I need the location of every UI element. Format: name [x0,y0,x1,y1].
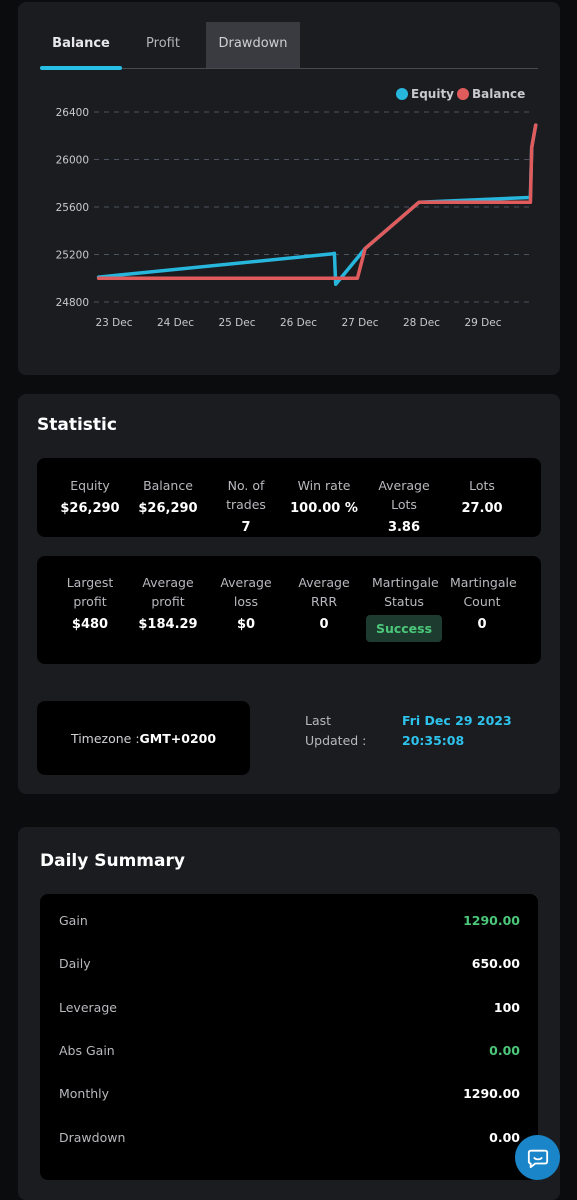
stat-value: 0 [319,617,329,632]
daily-row-label: Drawdown [59,1129,126,1145]
stat-label: Lots [469,478,495,493]
y-tick-label: 26400 [56,107,89,119]
stat-label: Balance [143,478,193,493]
stat-value: 100.00 % [290,501,358,516]
daily-row-abs-gain: Abs Gain 0.00 [59,1043,520,1063]
daily-row-value: 0.00 [489,1129,520,1145]
stat-equity: Equity $26,290 [51,476,129,516]
stat-value: 0 [477,617,487,632]
stat-lots: Lots 27.00 [443,476,521,516]
stat-value: $26,290 [138,501,198,516]
stat-largest-profit: Largest profit $480 [51,573,129,632]
x-tick-label: 29 Dec [464,317,501,329]
stat-average-lots: Average Lots 3.86 [365,476,443,535]
legend-dot-balance [457,88,469,100]
stat-label: No. of trades [226,478,266,512]
daily-row-label: Daily [59,956,91,972]
stats-row-summary: Equity $26,290 Balance $26,290 No. of trades… [37,458,541,537]
stat-label: Martingale Count [450,575,517,609]
stat-label: Average RRR [298,575,350,609]
martingale-status-badge: Success [365,615,443,642]
stat-label: Average profit [142,575,194,609]
balance-line-chart: 26400 26000 25600 25200 24800 23 Dec 24 Dec 25 … [56,87,538,329]
daily-row-label: Gain [59,913,88,928]
daily-row-label: Monthly [59,1086,110,1102]
daily-row-gain: Gain 1290.00 [59,913,520,933]
daily-row-drawdown: Drawdown 0.00 [59,1130,520,1150]
stat-label: Martingale Status [372,575,439,609]
x-tick-label: 28 Dec [403,317,440,329]
stat-value: $184.29 [138,617,198,632]
statistic-title: Statistic [37,415,117,435]
daily-row-daily: Daily 650.00 [59,956,520,976]
stat-average-profit: Average profit $184.29 [129,573,207,632]
x-tick-label: 23 Dec [95,317,132,329]
daily-row-label: Leverage [59,999,117,1015]
daily-row-value: 1290.00 [463,1086,520,1102]
last-updated-label: Last Updated : [305,713,367,748]
last-updated-value: Fri Dec 29 2023 20:35:08 [402,713,512,748]
stat-win-rate: Win rate 100.00 % [285,476,363,516]
timezone-label: Timezone : [70,730,140,746]
statistic-card: Statistic Equity $26,290 Balance $26,290 No.… [18,394,560,794]
stat-martingale-status: Martingale Status Success [365,573,443,642]
balance-chart-card: Balance Profit Drawdown 26400 26000 25600 2… [18,2,560,375]
series-line-equity [96,123,538,286]
stat-value: $480 [71,617,109,632]
stat-value: $26,290 [60,501,120,516]
y-tick-label: 24800 [56,297,89,309]
timezone-value: GMT+0200 [139,730,217,746]
stat-no-of-trades: No. of trades 7 [207,476,285,535]
stat-label: Largest profit [66,575,114,609]
stat-label: Average Lots [378,478,430,512]
daily-row-value: 0.00 [489,1042,520,1058]
stat-average-loss: Average loss $0 [207,573,285,632]
legend-label-equity: Equity [411,87,454,101]
stat-value: 3.86 [387,520,421,535]
daily-row-leverage: Leverage 100 [59,1000,520,1020]
daily-row-value: 650.00 [471,956,520,972]
stat-average-rrr: Average RRR 0 [285,573,363,632]
x-tick-label: 27 Dec [341,317,378,329]
daily-row-label: Abs Gain [59,1042,115,1058]
stat-label: Equity [70,478,110,493]
x-tick-label: 25 Dec [218,317,255,329]
y-tick-label: 25200 [56,250,89,262]
chat-button[interactable] [515,1135,560,1180]
legend-dot-equity [396,88,408,100]
stat-value: 7 [241,520,251,535]
x-tick-label: 26 Dec [280,317,317,329]
y-tick-label: 25600 [56,202,89,214]
daily-row-value: 100 [493,999,520,1015]
daily-summary-card: Daily Summary Gain 1290.00 Daily 650.00 Leve… [18,827,560,1200]
stat-label: Average loss [220,575,272,609]
daily-row-value: 1290.00 [463,913,520,928]
stat-label: Win rate [297,478,351,493]
y-tick-label: 26000 [56,155,89,167]
timezone-box: Timezone : GMT+0200 [37,701,250,775]
chat-bubble-icon [527,1149,548,1168]
x-tick-label: 24 Dec [157,317,194,329]
legend-label-balance: Balance [472,87,525,101]
stats-row-performance: Largest profit $480 Average profit $184.29 A… [37,556,541,664]
stat-value: 27.00 [461,501,503,516]
stat-martingale-count: Martingale Count 0 [443,573,521,632]
daily-summary-title: Daily Summary [40,851,185,871]
daily-row-monthly: Monthly 1290.00 [59,1086,520,1106]
stat-balance: Balance $26,290 [129,476,207,516]
stat-value: $0 [236,617,256,632]
daily-summary-list: Gain 1290.00 Daily 650.00 Leverage 100 Abs Gai… [40,894,538,1180]
